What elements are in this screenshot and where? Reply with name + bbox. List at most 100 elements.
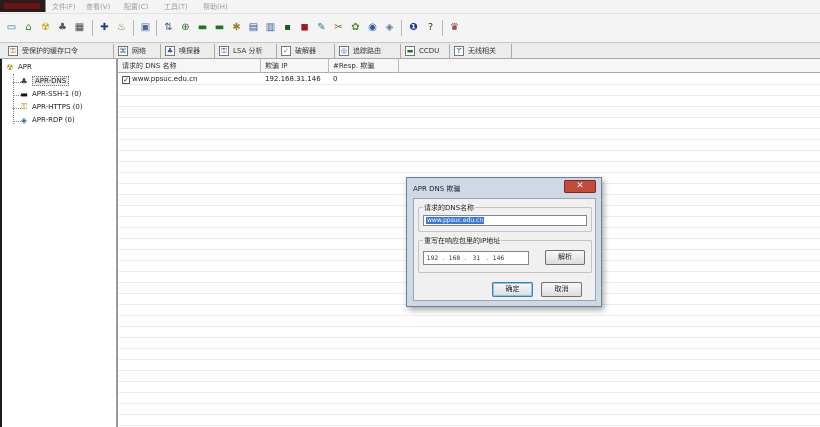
empty-table-row: [118, 129, 820, 140]
row-checkbox[interactable]: ✓: [122, 76, 130, 84]
ok-button[interactable]: 确定: [492, 282, 533, 297]
tree-item-apr-rdp[interactable]: ◈ APR-RDP (0): [19, 115, 75, 125]
tab-label: CCDU: [419, 47, 440, 55]
menu-help[interactable]: 帮助(H): [203, 2, 228, 12]
ip-address-group-label: 重写在响应包里的IP地址: [423, 236, 502, 246]
tree-root-apr[interactable]: ☢ APR: [5, 62, 31, 72]
apr-dns-spoof-dialog: APR DNS 欺骗 ✕ 请求的DNS名称 www.ppsuc.edu.cn 重…: [406, 177, 602, 307]
ip-octet[interactable]: 192: [424, 255, 441, 262]
tab-cracker[interactable]: ✓ 破解器: [277, 44, 335, 58]
ip-octet[interactable]: 146: [490, 255, 507, 262]
lsa-icon: ⚿: [219, 46, 229, 56]
help-icon[interactable]: ?: [423, 20, 438, 35]
empty-table-row: [118, 85, 820, 96]
tab-label: 嗅探器: [179, 47, 200, 55]
empty-table-row: [118, 162, 820, 173]
dns-icon: ♣: [20, 76, 28, 86]
app-logo: [0, 0, 46, 12]
table-icon[interactable]: ▦: [72, 20, 87, 35]
cracker-icon: ✓: [281, 46, 291, 56]
menu-view[interactable]: 查看(V): [86, 2, 110, 12]
lock-icon: ⚿: [8, 46, 18, 56]
tab-traceroute[interactable]: ◎ 追踪路由: [335, 44, 401, 58]
tree-item-apr-ssh[interactable]: ▬ APR-SSH-1 (0): [19, 89, 81, 99]
ip-octet[interactable]: 31: [468, 255, 485, 262]
wireless-icon: ϒ: [454, 46, 464, 56]
tab-label: 无线相关: [468, 47, 496, 55]
dns-name-field[interactable]: www.ppsuc.edu.cn: [423, 215, 587, 226]
resolve-button[interactable]: 解析: [545, 250, 585, 265]
dns-name-value: www.ppsuc.edu.cn: [426, 217, 485, 224]
monitor-icon[interactable]: ▪: [280, 20, 295, 35]
menu-file[interactable]: 文件(F): [52, 2, 76, 12]
empty-table-row: [118, 151, 820, 162]
cancel-button[interactable]: 取消: [541, 282, 582, 297]
wordlist-icon[interactable]: ⊕: [178, 20, 193, 35]
screen-icon[interactable]: ▬: [195, 20, 210, 35]
empty-table-row: [118, 107, 820, 118]
row-dns-name-cell: ✓ www.ppsuc.edu.cn: [122, 74, 198, 85]
add-icon[interactable]: ✚: [97, 20, 112, 35]
ip-octet[interactable]: 168: [446, 255, 463, 262]
empty-table-row: [118, 371, 820, 382]
row-spoof-ip: 192.168.31.146: [265, 75, 321, 83]
menu-configure[interactable]: 配置(C): [124, 2, 148, 12]
table-row[interactable]: ✓ www.ppsuc.edu.cn 192.168.31.146 0: [118, 74, 820, 85]
tab-cached-passwords[interactable]: ⚿ 受保护的缓存口令: [4, 44, 114, 58]
grid-icon[interactable]: ▥: [263, 20, 278, 35]
info-icon[interactable]: ❶: [406, 20, 421, 35]
tree-item-label: APR-DNS: [32, 76, 70, 86]
globe-icon[interactable]: ◉: [365, 20, 380, 35]
tab-ccdu[interactable]: ▬ CCDU: [401, 44, 450, 58]
shield-icon[interactable]: ◈: [382, 20, 397, 35]
tree-item-apr-dns[interactable]: ♣ APR-DNS: [19, 76, 70, 86]
tree-item-label: APR-HTTPS (0): [32, 103, 83, 111]
lock-icon: ⚿: [20, 102, 28, 111]
tab-label: 破解器: [295, 47, 316, 55]
hash-icon[interactable]: ▬: [212, 20, 227, 35]
column-header-resp-count[interactable]: #Resp. 欺骗: [329, 59, 399, 73]
tab-network[interactable]: ⌘ 网络: [114, 44, 161, 58]
book-icon[interactable]: ◼: [297, 20, 312, 35]
tab-wireless[interactable]: ϒ 无线相关: [450, 44, 512, 58]
network-icon: ⌘: [118, 46, 128, 56]
cain-app-window: 文件(F) 查看(V) 配置(C) 工具(T) 帮助(H) ▭ ⌂ ☢ ♣ ▦ …: [0, 0, 820, 427]
tab-bar: ⚿ 受保护的缓存口令 ⌘ 网络 ♣ 嗅探器 ⚿ LSA 分析 ✓ 破解器 ◎ 追…: [0, 42, 820, 59]
apr-tree-panel: ☢ APR ♣ APR-DNS ▬ APR-SSH-1 (0) ⚿ APR-HT…: [0, 59, 118, 427]
column-header-spoof-ip[interactable]: 欺骗 IP: [261, 59, 329, 73]
tab-label: LSA 分析: [233, 47, 263, 55]
empty-table-row: [118, 118, 820, 129]
certificate-icon[interactable]: ✎: [314, 20, 329, 35]
arrows-icon[interactable]: ▤: [246, 20, 261, 35]
tree-item-label: APR-RDP (0): [32, 116, 75, 124]
rdp-icon: ◈: [20, 115, 28, 125]
network-icon[interactable]: ⌂: [21, 20, 36, 35]
empty-table-row: [118, 349, 820, 360]
menu-tools[interactable]: 工具(T): [164, 2, 188, 12]
table-header: 请求的 DNS 名称 欺骗 IP #Resp. 欺骗: [118, 59, 820, 73]
radiation-icon[interactable]: ☢: [38, 20, 53, 35]
tools-icon[interactable]: ✿: [348, 20, 363, 35]
sniffer-icon[interactable]: ♣: [55, 20, 70, 35]
key-icon[interactable]: ✂: [331, 20, 346, 35]
dialog-body: 请求的DNS名称 www.ppsuc.edu.cn 重写在响应包里的IP地址 1…: [413, 198, 596, 301]
tree-item-apr-https[interactable]: ⚿ APR-HTTPS (0): [19, 102, 83, 112]
chart-icon[interactable]: ✱: [229, 20, 244, 35]
row-dns-name: www.ppsuc.edu.cn: [132, 75, 198, 83]
tab-lsa[interactable]: ⚿ LSA 分析: [215, 44, 277, 58]
menu-bar: 文件(F) 查看(V) 配置(C) 工具(T) 帮助(H): [0, 0, 820, 13]
folder-icon[interactable]: ▭: [4, 20, 19, 35]
column-header-dns-name[interactable]: 请求的 DNS 名称: [118, 59, 261, 73]
delete-icon[interactable]: ♨: [114, 20, 129, 35]
ip-address-field[interactable]: 192. 168. 31. 146: [423, 251, 529, 265]
tab-label: 网络: [132, 47, 146, 55]
ip-address-group: 重写在响应包里的IP地址 192. 168. 31. 146 解析: [418, 236, 592, 273]
caplogo-icon[interactable]: ♛: [447, 20, 462, 35]
dialog-close-button[interactable]: ✕: [564, 180, 596, 193]
traceroute-icon: ◎: [339, 46, 349, 56]
empty-table-row: [118, 140, 820, 151]
empty-table-row: [118, 338, 820, 349]
decode-icon[interactable]: ▣: [138, 20, 153, 35]
tab-sniffer[interactable]: ♣ 嗅探器: [161, 44, 215, 58]
route-icon[interactable]: ⇅: [161, 20, 176, 35]
